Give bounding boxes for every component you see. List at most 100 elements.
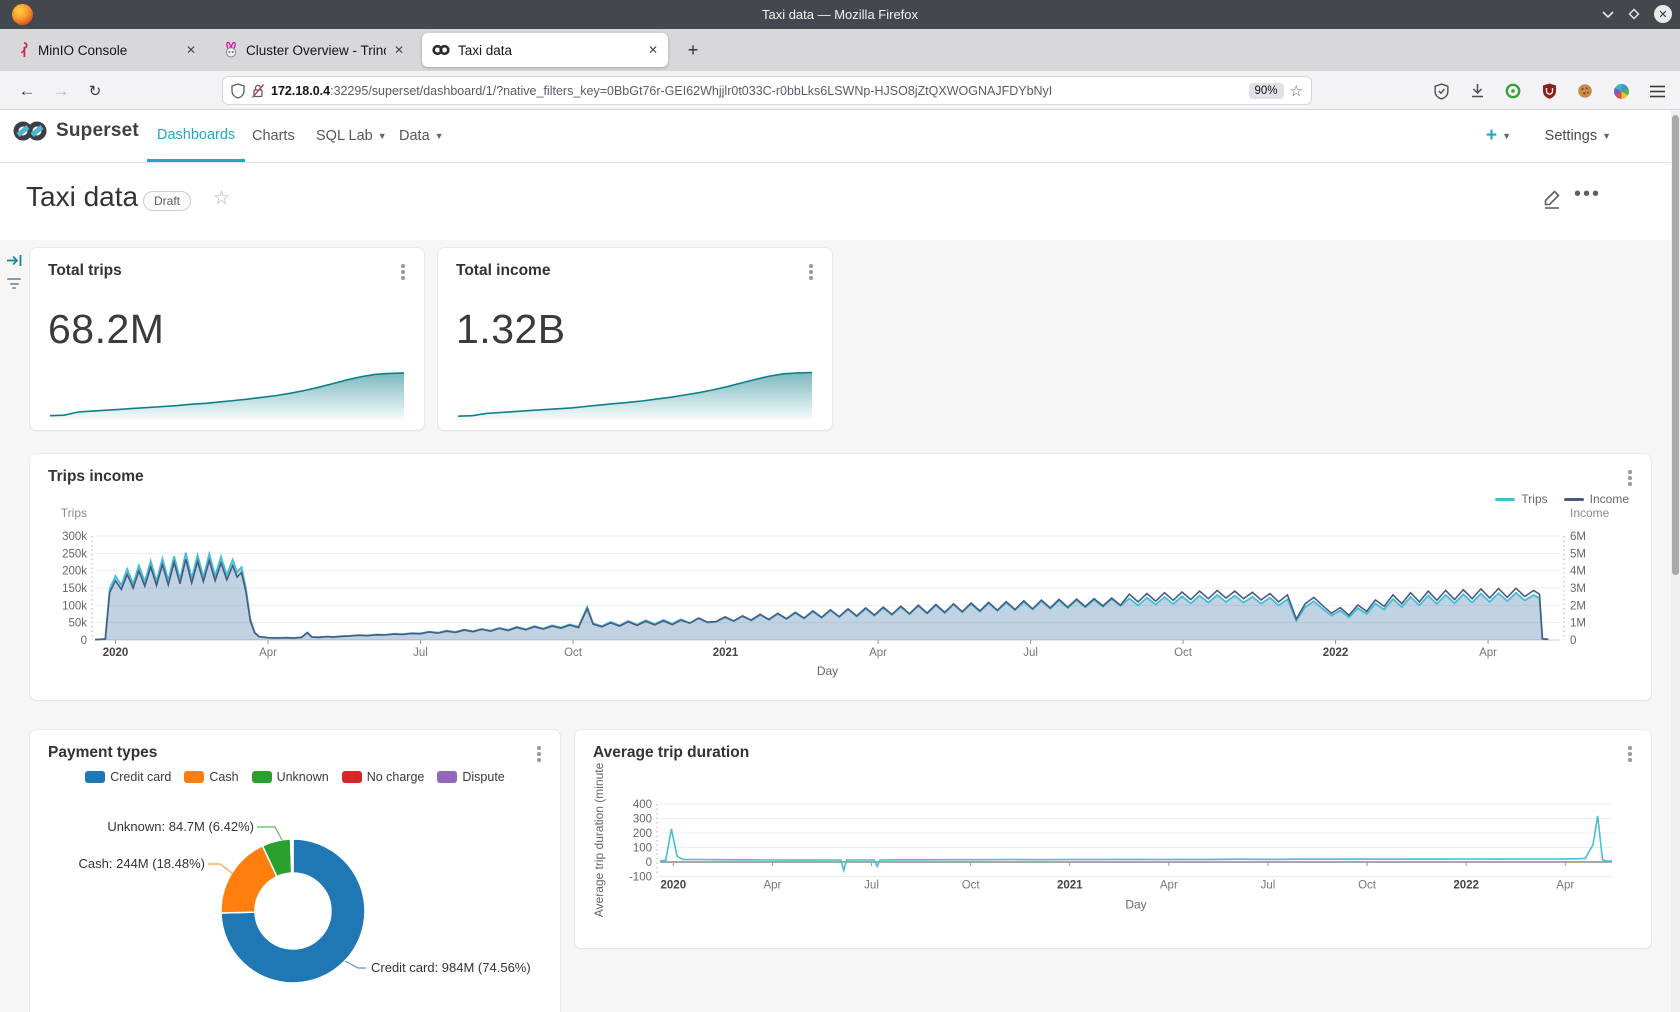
svg-text:4M: 4M: [1570, 566, 1586, 578]
svg-text:Oct: Oct: [564, 647, 583, 659]
tab-taxi-data-active[interactable]: Taxi data ✕: [422, 33, 668, 67]
dashboard-content: Total trips 68.2M Total income 1.32B Tri…: [0, 240, 1671, 1012]
chart-title: Total income: [456, 262, 550, 280]
ublock-shield-icon[interactable]: [1537, 79, 1561, 103]
close-icon[interactable]: ✕: [1654, 5, 1672, 23]
svg-text:2020: 2020: [661, 880, 687, 892]
brand-name: Superset: [56, 120, 139, 142]
chart-menu-kebab-icon[interactable]: [396, 262, 410, 282]
minimize-icon[interactable]: [1598, 4, 1618, 24]
chart-title: Trips income: [48, 468, 144, 486]
svg-text:Cash: 244M (18.48%): Cash: 244M (18.48%): [79, 856, 205, 871]
svg-text:2M: 2M: [1570, 600, 1586, 612]
superset-logo[interactable]: Superset: [12, 120, 139, 142]
svg-text:Credit card: 984M (74.56%): Credit card: 984M (74.56%): [371, 960, 531, 975]
svg-text:Income: Income: [1570, 506, 1610, 520]
favorite-star-icon[interactable]: ☆: [213, 187, 230, 210]
filter-icon[interactable]: [7, 278, 21, 289]
superset-navbar: Superset Dashboards Charts SQL Lab▼ Data…: [0, 110, 1671, 163]
reload-button[interactable]: ↻: [82, 78, 108, 104]
url-bar[interactable]: 172.18.0.4:32295/superset/dashboard/1/?n…: [222, 76, 1312, 105]
new-tab-button[interactable]: +: [680, 37, 706, 63]
svg-text:100: 100: [633, 843, 652, 855]
shield-check-icon[interactable]: [1429, 79, 1453, 103]
chart-menu-kebab-icon[interactable]: [804, 262, 818, 282]
nav-data[interactable]: Data▼: [389, 110, 454, 162]
chart-menu-kebab-icon[interactable]: [1623, 468, 1637, 488]
zoom-level-badge[interactable]: 90%: [1249, 83, 1284, 99]
svg-text:2020: 2020: [103, 647, 129, 659]
chart-title: Payment types: [48, 744, 157, 762]
nav-dashboards[interactable]: Dashboards: [147, 110, 245, 162]
tab-minio-console[interactable]: MinIO Console ✕: [8, 33, 206, 67]
svg-text:1M: 1M: [1570, 618, 1586, 630]
svg-text:Apr: Apr: [259, 647, 277, 659]
extension-green-icon[interactable]: [1501, 79, 1525, 103]
scrollbar-thumb[interactable]: [1672, 115, 1679, 575]
maximize-icon[interactable]: [1624, 4, 1644, 24]
svg-text:Trips: Trips: [61, 506, 87, 520]
settings-menu[interactable]: Settings▼: [1545, 110, 1611, 162]
bookmark-star-icon[interactable]: ☆: [1290, 82, 1303, 100]
forward-button[interactable]: →: [48, 78, 74, 104]
url-text: 172.18.0.4:32295/superset/dashboard/1/?n…: [271, 84, 1243, 98]
svg-text:400: 400: [633, 799, 652, 811]
tab-label: Taxi data: [458, 43, 640, 58]
scrollbar[interactable]: [1671, 111, 1680, 1012]
svg-text:Apr: Apr: [1479, 647, 1497, 659]
svg-text:2022: 2022: [1453, 880, 1479, 892]
svg-text:0: 0: [1570, 635, 1576, 647]
cookie-icon[interactable]: [1573, 79, 1597, 103]
add-new-button[interactable]: +▼: [1486, 110, 1511, 162]
legend-item: Dispute: [437, 770, 504, 784]
pinwheel-icon[interactable]: [1609, 79, 1633, 103]
back-button[interactable]: ←: [14, 78, 40, 104]
tab-trino[interactable]: Cluster Overview - Trino ✕: [214, 33, 414, 67]
nav-sql-lab[interactable]: SQL Lab▼: [306, 110, 397, 162]
chevron-down-icon: ▼: [1502, 131, 1511, 141]
legend-swatch: [85, 771, 105, 783]
svg-text:2022: 2022: [1323, 647, 1349, 659]
trips-income-chart[interactable]: 300k6M250k5M200k4M150k3M100k2M50k1M00Tri…: [30, 494, 1651, 700]
tab-label: Cluster Overview - Trino: [246, 43, 386, 58]
legend-item: Cash: [184, 770, 238, 784]
expand-filter-bar-icon[interactable]: [6, 252, 23, 274]
svg-text:Day: Day: [817, 664, 838, 678]
trino-icon: [224, 42, 238, 58]
chart-menu-kebab-icon[interactable]: [532, 744, 546, 764]
more-options-icon[interactable]: •••: [1574, 183, 1601, 206]
menu-hamburger-icon[interactable]: [1645, 79, 1669, 103]
legend-item: Credit card: [85, 770, 171, 784]
pie-legend[interactable]: Credit card Cash Unknown No charge Dispu…: [30, 770, 560, 784]
avg-trip-duration-chart[interactable]: 4003002001000-1002020AprJulOct2021AprJul…: [575, 760, 1651, 948]
svg-text:300: 300: [633, 814, 652, 826]
svg-text:0: 0: [81, 635, 87, 647]
svg-text:Apr: Apr: [763, 880, 781, 892]
tab-close-icon[interactable]: ✕: [394, 43, 404, 57]
svg-text:6M: 6M: [1570, 531, 1586, 543]
superset-infinity-icon: [12, 120, 48, 142]
window-titlebar: Taxi data — Mozilla Firefox ✕: [0, 0, 1680, 29]
nav-charts[interactable]: Charts: [242, 110, 305, 162]
svg-text:Oct: Oct: [1174, 647, 1193, 659]
card-total-trips: Total trips 68.2M: [30, 248, 424, 430]
big-number-value: 1.32B: [456, 306, 566, 353]
payment-types-donut[interactable]: Unknown: 84.7M (6.42%)Cash: 244M (18.48%…: [30, 790, 560, 1012]
download-icon[interactable]: [1465, 79, 1489, 103]
chart-title: Total trips: [48, 262, 122, 280]
insecure-lock-icon[interactable]: [251, 83, 265, 99]
svg-text:100k: 100k: [62, 600, 87, 612]
svg-text:5M: 5M: [1570, 548, 1586, 560]
svg-text:Apr: Apr: [1556, 880, 1574, 892]
page-title: Taxi data: [26, 181, 138, 213]
tracking-shield-icon[interactable]: [231, 83, 245, 99]
edit-dashboard-icon[interactable]: [1541, 187, 1563, 209]
svg-text:150k: 150k: [62, 583, 87, 595]
tab-close-icon[interactable]: ✕: [186, 43, 196, 57]
svg-text:Jul: Jul: [1261, 880, 1276, 892]
svg-text:Apr: Apr: [1160, 880, 1178, 892]
tab-close-icon[interactable]: ✕: [648, 43, 658, 57]
chevron-down-icon: ▼: [435, 131, 444, 141]
legend-swatch: [342, 771, 362, 783]
svg-text:Day: Day: [1125, 898, 1146, 912]
